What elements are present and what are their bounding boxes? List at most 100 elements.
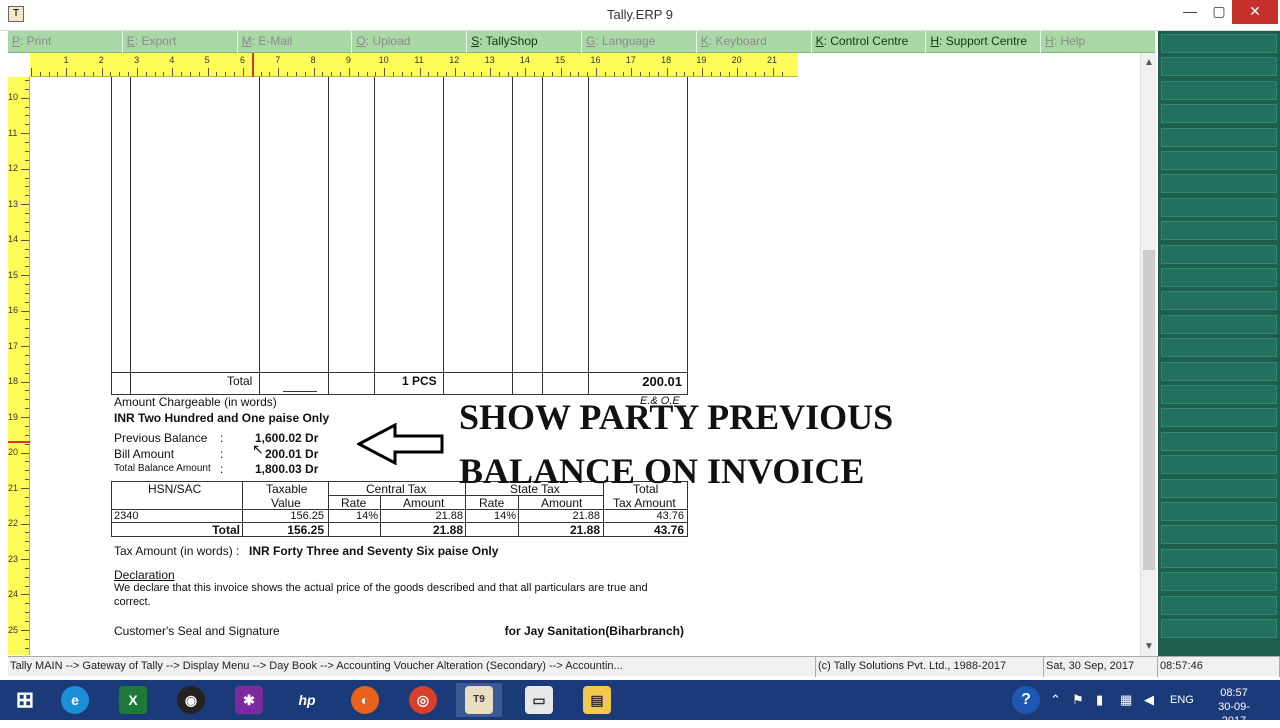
right-panel-button[interactable] (1161, 314, 1277, 334)
close-button[interactable]: ✕ (1232, 0, 1278, 24)
ruler-tick (145, 72, 147, 76)
ruler-tick (21, 204, 29, 206)
menu-shortcut-key: H (930, 34, 940, 48)
right-panel-button[interactable] (1161, 408, 1277, 428)
right-panel-button[interactable] (1161, 291, 1277, 311)
right-panel-button[interactable] (1161, 221, 1277, 241)
chrome-icon[interactable]: ◎ (400, 683, 446, 717)
ruler-tick (287, 72, 289, 76)
right-panel-button[interactable] (1161, 502, 1277, 521)
table-col-line (328, 77, 329, 395)
menu-item-keyboard[interactable]: K: Keyboard (697, 31, 812, 53)
ruler-tick (66, 68, 68, 76)
tray-language[interactable]: ENG (1170, 680, 1194, 720)
right-panel-button[interactable] (1161, 478, 1277, 498)
tax-table-col (518, 495, 519, 537)
right-panel-button[interactable] (1161, 619, 1277, 638)
file-explorer-icon[interactable]: ▤ (574, 683, 620, 717)
menu-item-e-mail[interactable]: M: E-Mail (238, 31, 353, 53)
camera-app-icon[interactable]: ◉ (168, 683, 214, 717)
central-rate-header: Rate (341, 496, 367, 510)
ruler-number: 12 (449, 55, 460, 65)
tray-network-icon[interactable]: ▦ (1120, 680, 1132, 720)
vertical-scrollbar[interactable]: ▲ ▼ (1140, 53, 1156, 656)
right-panel-button[interactable] (1161, 244, 1277, 264)
help-icon[interactable]: ? (1012, 680, 1040, 720)
ruler-position-marker (252, 53, 254, 77)
scroll-up-icon[interactable]: ▲ (1141, 57, 1157, 68)
tray-flag-icon[interactable]: ⚑ (1072, 680, 1084, 720)
ruler-tick (136, 68, 138, 76)
ruler-tick (543, 72, 545, 76)
right-panel-button[interactable] (1161, 34, 1277, 53)
ruler-tick (472, 72, 474, 76)
ruler-number: 11 (414, 55, 424, 65)
ruler-tick (763, 72, 765, 76)
scroll-down-icon[interactable]: ▼ (1141, 641, 1157, 652)
menu-shortcut-key: K (700, 34, 709, 48)
hp-icon[interactable]: hp (284, 683, 330, 717)
ruler-tick (25, 638, 29, 640)
ruler-tick (454, 68, 456, 76)
ruler-tick (657, 72, 659, 76)
menu-item-export[interactable]: E: Export (123, 31, 238, 53)
menu-item-label: : Language (595, 34, 656, 48)
ruler-tick (25, 354, 29, 356)
tax-table-col (380, 495, 381, 537)
menu-item-upload[interactable]: O: Upload (352, 31, 468, 53)
tax-table-col (328, 481, 329, 537)
menu-item-support-centre[interactable]: H: Support Centre (926, 31, 1042, 53)
ruler-tick (25, 301, 29, 303)
tally-erp-icon[interactable]: T9 (456, 683, 502, 717)
right-panel-button[interactable] (1161, 572, 1277, 592)
menu-item-control-centre[interactable]: K: Control Centre (812, 31, 927, 53)
tax-total-taxable: 156.25 (287, 523, 324, 537)
previous-balance-label: Previous Balance (114, 431, 208, 445)
right-panel-button[interactable] (1161, 197, 1277, 217)
copyright-text: (c) Tally Solutions Pvt. Ltd., 1988-2017 (816, 657, 1044, 677)
right-panel-button[interactable] (1161, 338, 1277, 358)
right-panel-button[interactable] (1161, 127, 1277, 147)
tray-clock[interactable]: 08:57 30-09-2017 (1206, 680, 1262, 727)
tray-volume-icon[interactable]: ◀ (1144, 680, 1154, 720)
right-panel-button[interactable] (1161, 548, 1277, 568)
button-panel-right (1158, 31, 1280, 656)
excel-icon[interactable]: X (110, 683, 156, 717)
menu-item-help[interactable]: H: Help (1041, 31, 1156, 53)
ruler-tick (21, 558, 29, 560)
state-amount-header: Amount (541, 496, 583, 510)
right-panel-button[interactable] (1161, 80, 1277, 100)
right-panel-button[interactable] (1161, 595, 1277, 615)
menu-item-language[interactable]: G: Language (582, 31, 697, 53)
ruler-tick (25, 186, 29, 188)
menu-item-label: : Support Centre (939, 34, 1028, 48)
declaration-line-1: We declare that this invoice shows the a… (114, 582, 648, 594)
right-panel-button[interactable] (1161, 525, 1277, 545)
right-panel-button[interactable] (1161, 385, 1277, 404)
right-panel-button[interactable] (1161, 57, 1277, 77)
button-bar: P: Print E: Export M: E-Mail O: Upload S: Ta… (8, 31, 1156, 53)
internet-explorer-icon[interactable]: e (52, 683, 98, 717)
right-panel-button[interactable] (1161, 104, 1277, 124)
menu-item-print[interactable]: P: Print (8, 31, 123, 53)
right-panel-button[interactable] (1161, 268, 1277, 287)
right-panel-button[interactable] (1161, 151, 1277, 170)
right-panel-button[interactable] (1161, 455, 1277, 475)
tax-table-row-line (111, 522, 688, 523)
scroll-thumb[interactable] (1143, 250, 1155, 570)
tray-power-icon[interactable]: ▮ (1096, 680, 1103, 720)
ruler-tick (340, 72, 342, 76)
presentation-icon[interactable]: ▭ (516, 683, 562, 717)
menu-shortcut-key: M (241, 34, 252, 48)
ruler-tick (207, 68, 209, 76)
menu-item-tallyshop[interactable]: S: TallyShop (467, 31, 582, 53)
tray-expand-icon[interactable]: ⌃ (1050, 680, 1061, 720)
right-panel-button[interactable] (1161, 431, 1277, 451)
table-border-right (687, 77, 688, 395)
right-panel-button[interactable] (1161, 361, 1277, 381)
ruler-tick (25, 399, 29, 401)
paint-app-icon[interactable]: ✱ (226, 683, 272, 717)
right-panel-button[interactable] (1161, 174, 1277, 194)
firefox-icon[interactable]: ◐ (342, 683, 388, 717)
windows-start-icon[interactable]: ⊞ (2, 683, 48, 717)
